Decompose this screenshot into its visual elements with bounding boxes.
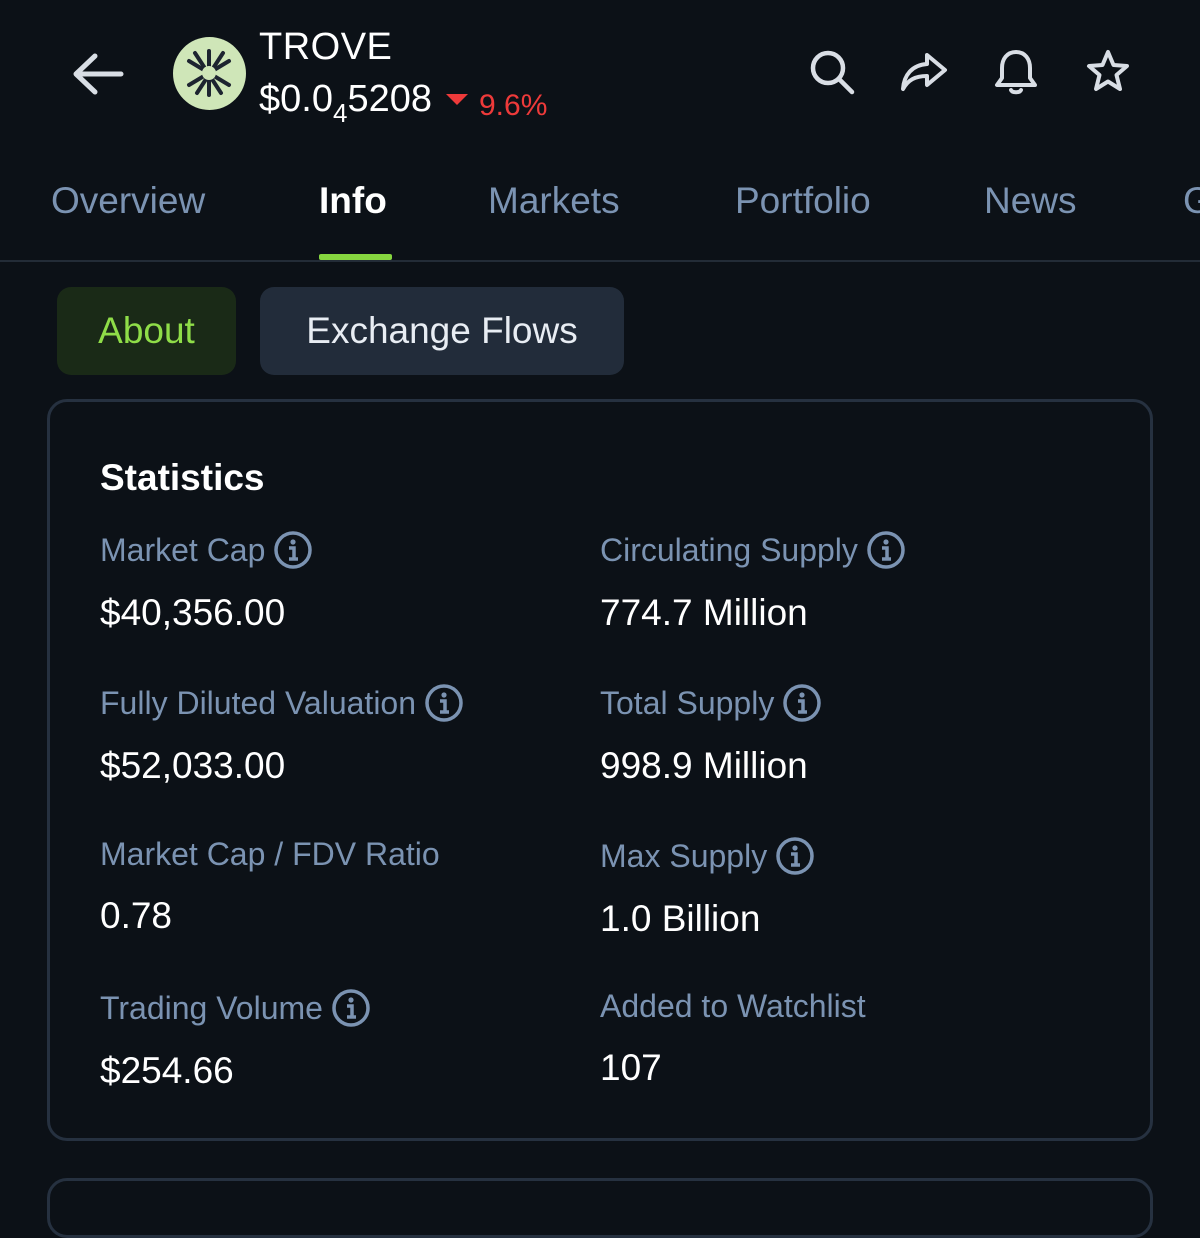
search-button[interactable]	[806, 46, 858, 98]
tab-overview[interactable]: Overview	[51, 180, 205, 222]
stat-value: $40,356.00	[100, 592, 286, 633]
stat-total-supply: Total Supply 998.9 Million	[600, 683, 822, 787]
info-icon[interactable]	[782, 683, 822, 723]
info-icon[interactable]	[331, 988, 371, 1028]
active-tab-indicator	[319, 254, 392, 260]
share-icon	[901, 53, 947, 91]
back-arrow-icon	[73, 53, 124, 95]
stat-max-supply: Max Supply 1.0 Billion	[600, 836, 815, 940]
stat-value: 998.9 Million	[600, 745, 808, 786]
price-row: $0.045208 9.6%	[259, 78, 547, 129]
subtab-exchange-flows[interactable]: Exchange Flows	[260, 287, 624, 375]
share-button[interactable]	[898, 46, 950, 98]
stat-market-cap-fdv-ratio: Market Cap / FDV Ratio 0.78	[100, 836, 440, 937]
stat-value: 107	[600, 1047, 662, 1088]
statistics-card: Statistics Market Cap $40,356.00 Circula…	[47, 399, 1153, 1141]
stat-value: $52,033.00	[100, 745, 286, 786]
statistics-title: Statistics	[100, 457, 265, 498]
stat-label: Max Supply	[600, 837, 768, 874]
back-button[interactable]	[66, 46, 128, 102]
info-icon[interactable]	[866, 530, 906, 570]
info-icon[interactable]	[424, 683, 464, 723]
stat-circulating-supply: Circulating Supply 774.7 Million	[600, 530, 906, 634]
stat-value: $254.66	[100, 1050, 234, 1091]
stat-value: 774.7 Million	[600, 592, 808, 633]
stat-value: 1.0 Billion	[600, 898, 761, 939]
stat-added-to-watchlist: Added to Watchlist 107	[600, 988, 866, 1089]
subtab-about[interactable]: About	[57, 287, 236, 375]
stat-label: Trading Volume	[100, 989, 323, 1026]
tab-bar: Overview Info Markets Portfolio News G	[0, 160, 1200, 262]
tab-markets[interactable]: Markets	[488, 180, 620, 222]
alert-button[interactable]	[990, 46, 1042, 98]
tab-news[interactable]: News	[984, 180, 1077, 222]
price: $0.045208	[259, 78, 432, 129]
stat-label: Total Supply	[600, 684, 775, 721]
down-triangle-icon	[445, 94, 468, 105]
watchlist-button[interactable]	[1082, 46, 1134, 98]
tab-info[interactable]: Info	[319, 180, 387, 222]
stat-fully-diluted-valuation: Fully Diluted Valuation $52,033.00	[100, 683, 464, 787]
coin-name: TROVE	[259, 26, 393, 68]
search-icon	[810, 50, 855, 95]
stat-label: Added to Watchlist	[600, 988, 866, 1024]
star-icon	[1087, 50, 1129, 91]
stat-label: Circulating Supply	[600, 531, 858, 568]
top-bar: TROVE $0.045208 9.6%	[0, 0, 1200, 150]
stat-trading-volume: Trading Volume $254.66	[100, 988, 371, 1092]
tab-portfolio[interactable]: Portfolio	[735, 180, 871, 222]
bell-icon	[995, 50, 1037, 95]
price-change: 9.6%	[445, 89, 547, 123]
tab-partial[interactable]: G	[1183, 180, 1200, 222]
info-icon[interactable]	[273, 530, 313, 570]
coin-logo	[173, 37, 246, 110]
stat-label: Market Cap / FDV Ratio	[100, 836, 440, 872]
stat-label: Market Cap	[100, 531, 266, 568]
info-icon[interactable]	[775, 836, 815, 876]
stat-market-cap: Market Cap $40,356.00	[100, 530, 313, 634]
stat-label: Fully Diluted Valuation	[100, 684, 417, 721]
next-card	[47, 1178, 1153, 1238]
stat-value: 0.78	[100, 895, 173, 936]
